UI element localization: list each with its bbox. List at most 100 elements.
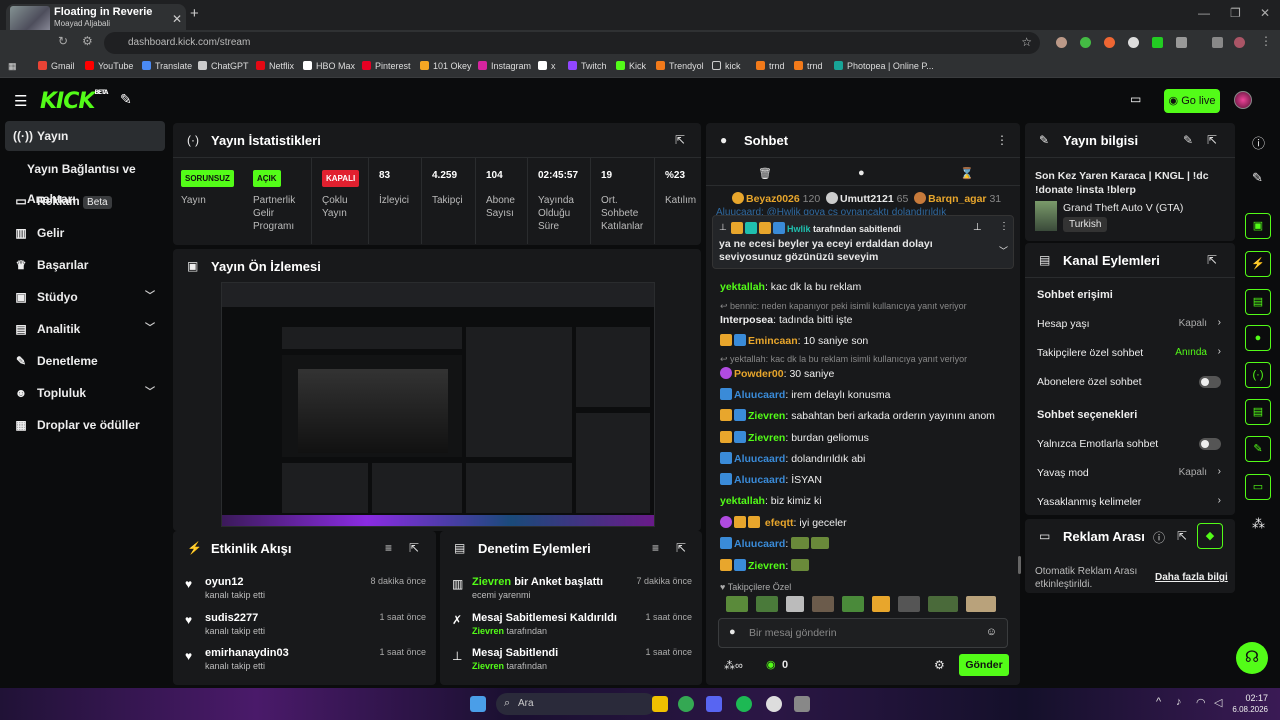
more-icon[interactable]: ⋮: [996, 133, 1008, 147]
emote[interactable]: [756, 596, 778, 612]
info-icon[interactable]: ⓘ: [1252, 133, 1265, 152]
chat-bubble-icon[interactable]: ●: [1245, 325, 1271, 351]
sidebar-item-stream[interactable]: ((·)) Yayın: [5, 121, 165, 151]
broadcast-icon[interactable]: (·): [1245, 362, 1271, 388]
discord-icon[interactable]: [706, 696, 722, 712]
wifi-icon[interactable]: ◠: [1196, 696, 1206, 709]
theater-mode-icon[interactable]: ▭: [1130, 92, 1141, 106]
media-control-icon[interactable]: [1212, 37, 1223, 48]
extension-icon[interactable]: [1056, 37, 1067, 48]
bookmark-star-icon[interactable]: ☆: [1021, 35, 1032, 49]
scrollbar[interactable]: [1018, 556, 1021, 574]
support-button[interactable]: ☊: [1236, 642, 1268, 674]
followers-only-setting[interactable]: Takipçilere özel sohbet Anında ›: [1037, 346, 1221, 359]
filter-icon[interactable]: ≡: [652, 541, 659, 555]
windows-start-icon[interactable]: [470, 696, 486, 712]
pinned-message[interactable]: ⊥ Hwlik tarafından sabitlendi ⊥ ⋮ ya ne …: [712, 215, 1014, 269]
popout-icon[interactable]: ⇱: [676, 541, 686, 555]
bookmark-netflix[interactable]: Netflix: [256, 61, 294, 71]
hourglass-icon[interactable]: ⌛: [960, 167, 974, 180]
clip-icon[interactable]: ▣: [1245, 213, 1271, 239]
subscribers-only-setting[interactable]: Abonelere özel sohbet: [1037, 376, 1221, 388]
new-tab-icon[interactable]: +: [190, 5, 199, 22]
edit-icon[interactable]: ✎: [1183, 133, 1193, 147]
tray-chevron-icon[interactable]: ^: [1156, 696, 1161, 708]
bookmark-twitch[interactable]: Twitch: [568, 61, 607, 71]
slow-mode-setting[interactable]: Yavaş mod Kapalı ›: [1037, 466, 1221, 479]
popout-icon[interactable]: ⇱: [1207, 253, 1217, 267]
bookmark-folder-kick[interactable]: kick: [712, 61, 741, 71]
filter-icon[interactable]: ≡: [385, 541, 392, 555]
bookmark-chatgpt[interactable]: ChatGPT: [198, 61, 249, 71]
chevron-down-icon[interactable]: ﹀: [999, 244, 1008, 257]
chat-bubble-icon[interactable]: ●: [858, 167, 865, 179]
learn-more-link[interactable]: Daha fazla bilgi: [1155, 572, 1228, 583]
app-icon[interactable]: [766, 696, 782, 712]
url-input[interactable]: dashboard.kick.com/stream ☆: [104, 32, 1040, 54]
menu-icon[interactable]: ⋮: [1260, 34, 1272, 48]
bookmark-translate[interactable]: Translate: [142, 61, 192, 71]
info-icon[interactable]: ⓘ: [1153, 529, 1165, 546]
bookmark-youtube[interactable]: YouTube: [85, 61, 133, 71]
bookmark-hbo[interactable]: HBO Max: [303, 61, 355, 71]
profile-icon[interactable]: [1234, 37, 1245, 48]
bookmark-kick[interactable]: Kick: [616, 61, 646, 71]
maximize-icon[interactable]: ❐: [1230, 6, 1241, 20]
clock-time[interactable]: 02:17: [1232, 693, 1268, 703]
reload-icon[interactable]: ↻: [58, 34, 68, 48]
sidebar-item-ads[interactable]: ▭ Reklam Beta: [5, 186, 165, 216]
emote[interactable]: [928, 596, 958, 612]
clock-date[interactable]: 6.08.2026: [1222, 705, 1268, 714]
send-button[interactable]: Gönder: [959, 654, 1009, 676]
bookmark-trnd[interactable]: trnd: [756, 61, 785, 71]
chat-input[interactable]: ● Bir mesaj gönderin ☺: [718, 618, 1008, 648]
apps-icon[interactable]: ▦: [8, 61, 17, 72]
bookmark-okey[interactable]: 101 Okey: [420, 61, 472, 71]
taskbar-search[interactable]: ⌕ Ara: [496, 693, 656, 715]
more-icon[interactable]: ⋮: [999, 221, 1009, 232]
emote[interactable]: [812, 596, 834, 612]
emote[interactable]: [726, 596, 748, 612]
bookmark-trendyol[interactable]: Trendyol: [656, 61, 704, 71]
minimize-icon[interactable]: —: [1198, 6, 1210, 20]
bookmark-gmail[interactable]: Gmail: [38, 61, 75, 71]
chatters-icon[interactable]: ⁂∞: [724, 659, 743, 672]
add-widget-icon[interactable]: ⁂: [1252, 516, 1265, 532]
emote[interactable]: [872, 596, 890, 612]
sidebar-item-analytics[interactable]: ▤ Analitik ﹀: [5, 314, 165, 344]
bookmark-photopea[interactable]: Photopea | Online P...: [834, 61, 934, 71]
bookmark-x[interactable]: x: [538, 61, 556, 71]
extension-icon[interactable]: [1080, 37, 1091, 48]
close-window-icon[interactable]: ✕: [1260, 6, 1270, 20]
avatar[interactable]: [1234, 91, 1252, 109]
popout-icon[interactable]: ⇱: [409, 541, 419, 555]
document-icon[interactable]: ▤: [1245, 289, 1271, 315]
mic-icon[interactable]: ♪: [1176, 696, 1182, 708]
kick-logo[interactable]: KICKBETA: [40, 89, 108, 114]
emote[interactable]: [842, 596, 864, 612]
sidebar-item-stream-key[interactable]: Yayın Bağlantısı ve Anahtarı: [5, 154, 175, 206]
wrench-icon[interactable]: ✎: [1245, 436, 1271, 462]
shield-icon[interactable]: [1128, 37, 1139, 48]
ad-settings-button[interactable]: ◆: [1197, 523, 1223, 549]
extension-icon[interactable]: [1104, 37, 1115, 48]
browser-tab[interactable]: Floating in Reverie Moayad Aljabali ✕: [6, 4, 186, 46]
extensions-puzzle-icon[interactable]: [1176, 37, 1187, 48]
site-info-icon[interactable]: ⚙: [82, 34, 93, 48]
bookmark-pinterest[interactable]: Pinterest: [362, 61, 411, 71]
emoji-icon[interactable]: ☺: [986, 626, 997, 638]
account-age-setting[interactable]: Hesap yaşı Kapalı ›: [1037, 317, 1221, 330]
emote-only-toggle[interactable]: [1199, 438, 1221, 450]
emote[interactable]: [966, 596, 996, 612]
ad-icon[interactable]: ▭: [1245, 474, 1271, 500]
hamburger-menu-icon[interactable]: ☰: [14, 92, 27, 110]
pin-icon[interactable]: ✎: [120, 91, 132, 108]
trash-icon[interactable]: 🗑: [758, 167, 772, 180]
emote-only-setting[interactable]: Yalnızca Emotlarla sohbet: [1037, 438, 1221, 450]
banned-words-setting[interactable]: Yasaklanmış kelimeler ›: [1037, 495, 1221, 508]
edit-icon[interactable]: ✎: [1252, 170, 1263, 186]
go-live-button[interactable]: ◉ Go live: [1164, 89, 1220, 113]
popout-icon[interactable]: ⇱: [1177, 529, 1187, 543]
close-tab-icon[interactable]: ✕: [172, 12, 182, 26]
subscribers-only-toggle[interactable]: [1199, 376, 1221, 388]
